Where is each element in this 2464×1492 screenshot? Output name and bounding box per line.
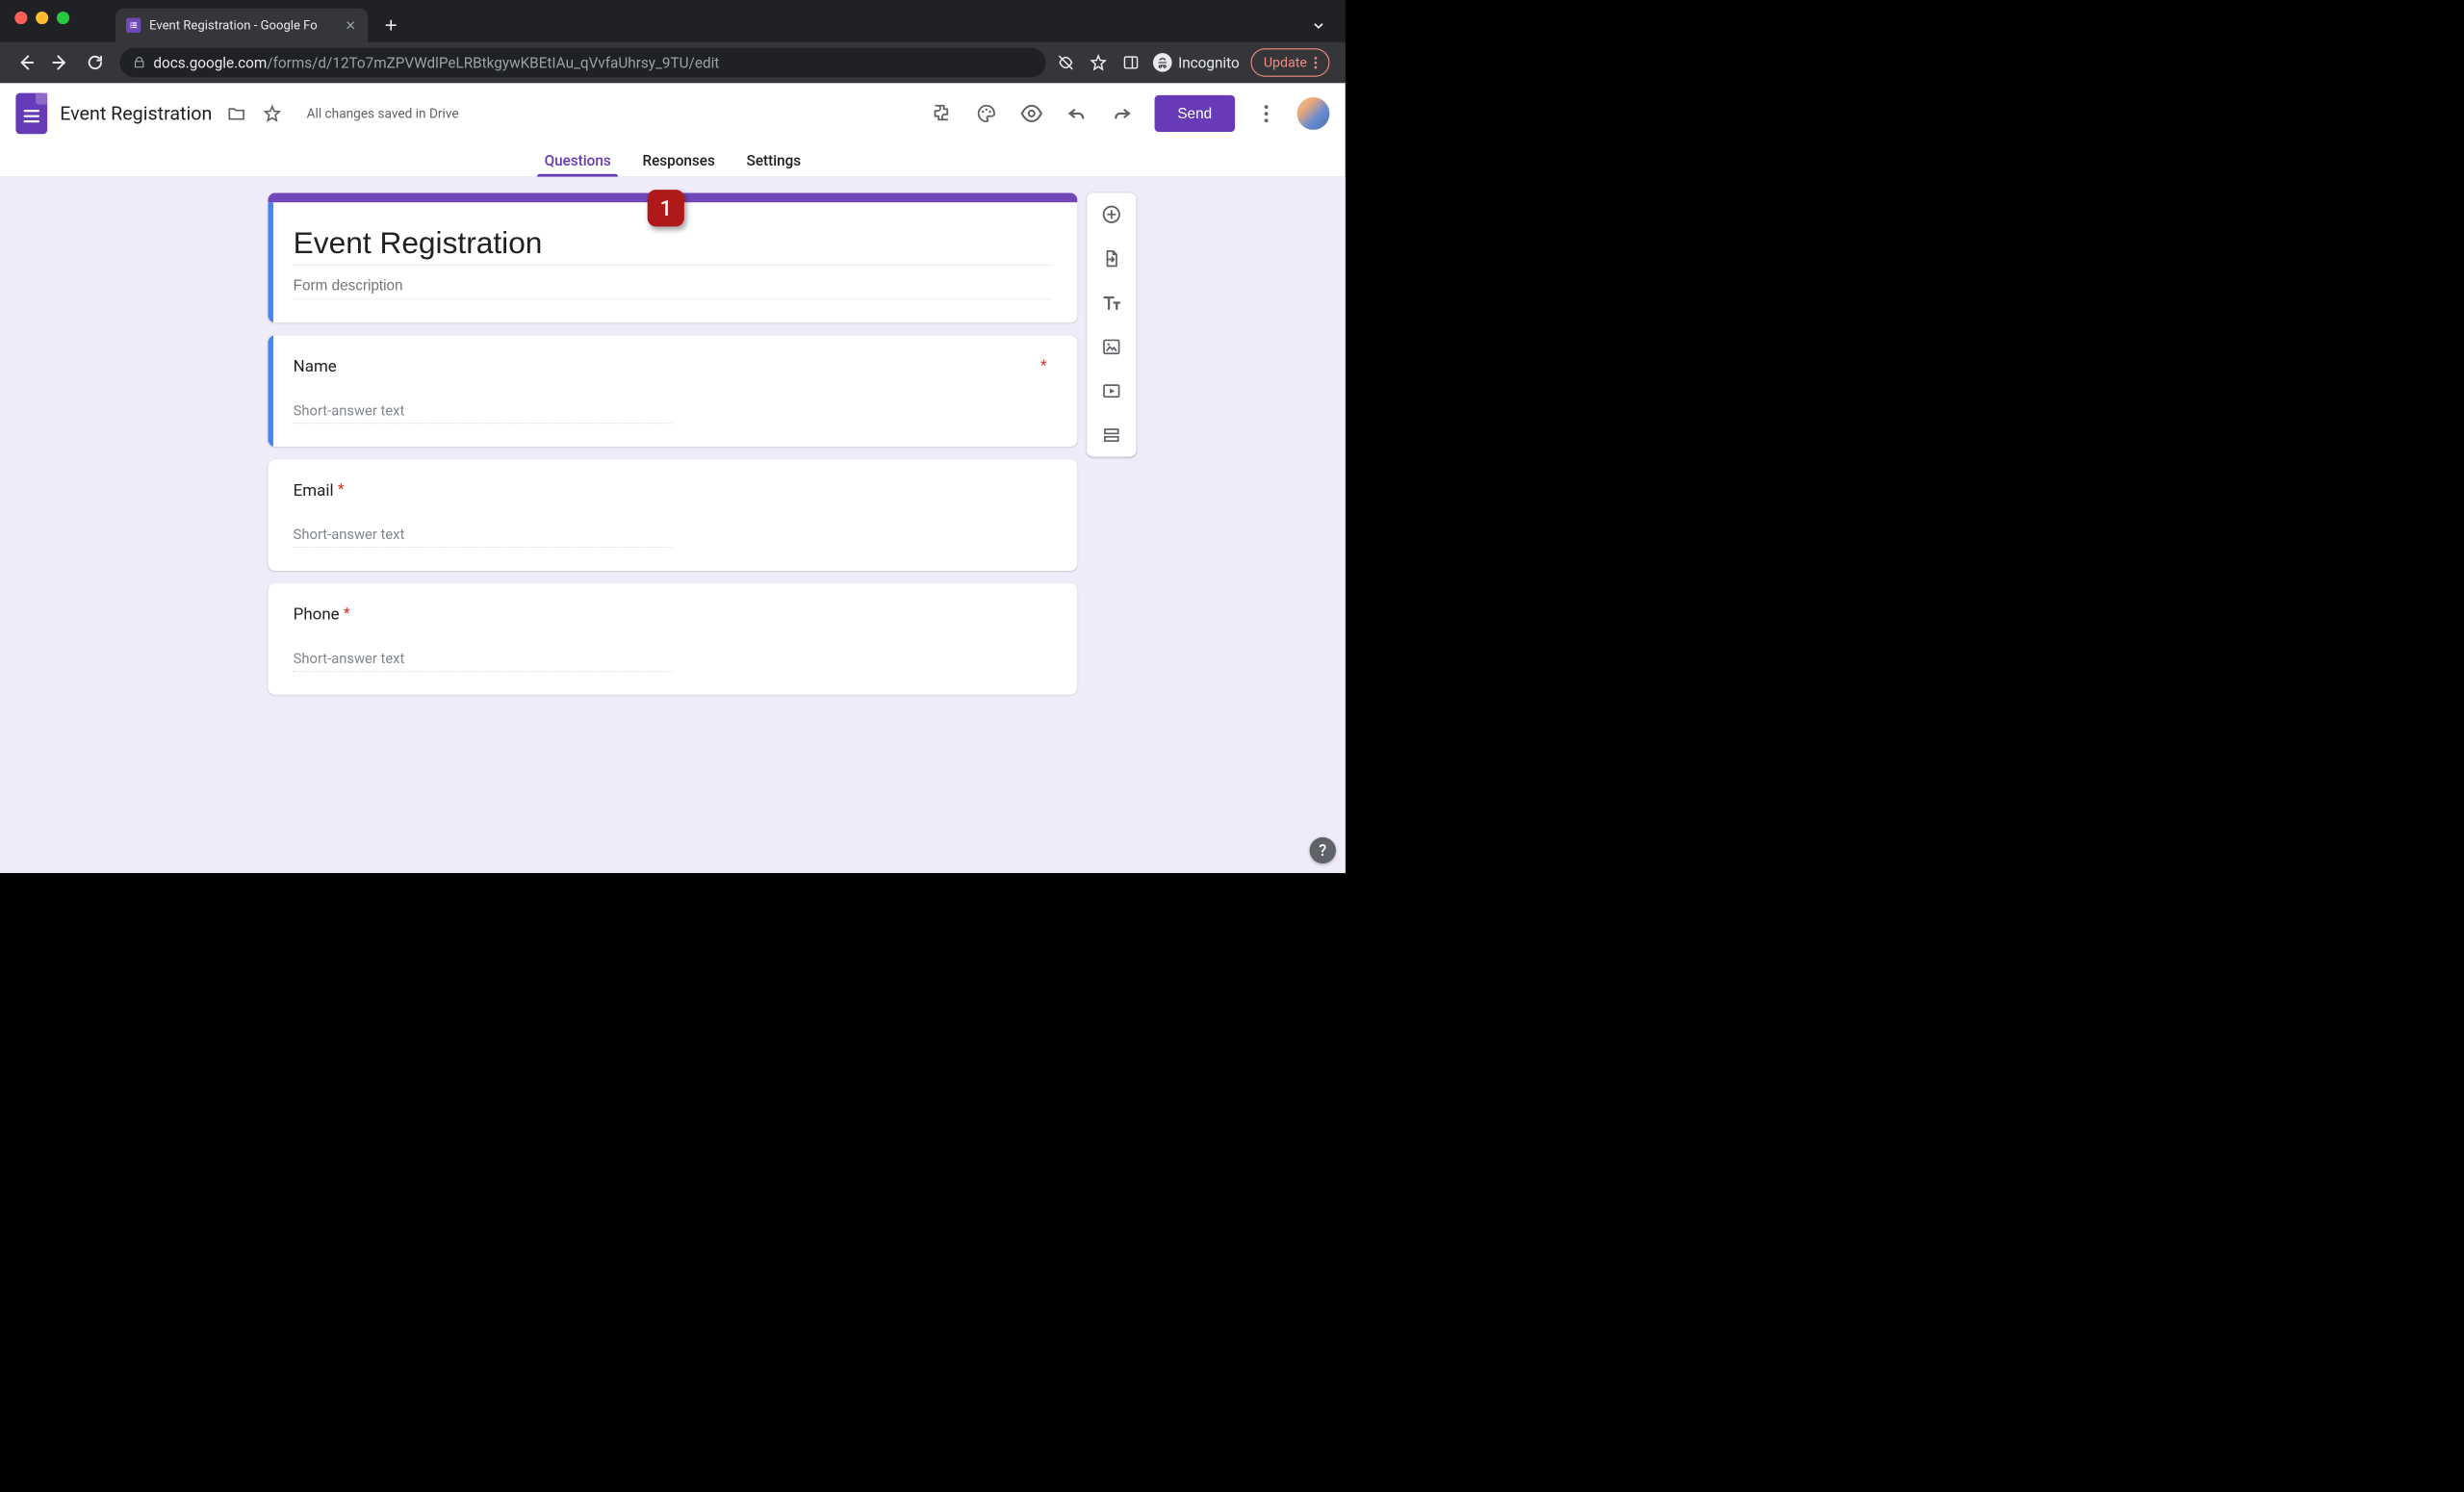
answer-placeholder: Short-answer text — [294, 650, 405, 666]
minimize-window-button[interactable] — [36, 12, 48, 24]
question-title[interactable]: Email — [294, 480, 334, 500]
help-button[interactable]: ? — [1310, 837, 1336, 863]
preview-icon[interactable] — [1018, 101, 1043, 126]
eye-off-icon[interactable] — [1055, 52, 1076, 73]
addr-bar-right: Incognito Update — [1055, 48, 1335, 76]
question-toolbar — [1087, 193, 1136, 456]
more-menu-button[interactable] — [1255, 102, 1277, 124]
answer-preview: Short-answer text — [294, 650, 672, 671]
tab-questions[interactable]: Questions — [545, 144, 611, 177]
incognito-label: Incognito — [1178, 54, 1240, 71]
tab-settings[interactable]: Settings — [747, 144, 802, 177]
close-tab-icon[interactable] — [344, 18, 357, 32]
question-header: Email * — [294, 480, 1052, 500]
answer-preview: Short-answer text — [294, 402, 672, 424]
window-controls — [0, 0, 84, 36]
question-header: Phone * — [294, 605, 1052, 624]
forms-logo-icon[interactable] — [15, 93, 47, 135]
incognito-icon — [1153, 53, 1172, 72]
question-title[interactable]: Phone — [294, 605, 340, 624]
incognito-indicator[interactable]: Incognito — [1153, 53, 1240, 72]
move-to-folder-icon[interactable] — [224, 102, 247, 125]
question-card[interactable]: Phone * Short-answer text — [268, 583, 1077, 695]
required-indicator: * — [1040, 356, 1047, 373]
close-window-button[interactable] — [14, 12, 27, 24]
url-path: /forms/d/12To7mZPVWdlPeLRBtkgywKBEtIAu_q… — [267, 54, 719, 71]
update-button[interactable]: Update — [1251, 48, 1330, 76]
lock-icon — [133, 56, 146, 69]
forms-favicon-icon — [126, 18, 141, 33]
account-avatar[interactable] — [1297, 97, 1330, 130]
forms-app: Event Registration All changes saved in … — [0, 83, 1346, 873]
add-question-button[interactable] — [1098, 201, 1124, 227]
palette-icon[interactable] — [974, 101, 999, 126]
more-icon — [1315, 57, 1318, 69]
star-icon[interactable] — [261, 102, 284, 125]
url-input[interactable]: docs.google.com/forms/d/12To7mZPVWdlPeLR… — [119, 48, 1045, 78]
tabs-dropdown-icon[interactable] — [1311, 18, 1346, 42]
maximize-window-button[interactable] — [57, 12, 69, 24]
panel-icon[interactable] — [1120, 52, 1142, 73]
form-tabs: Questions Responses Settings — [0, 144, 1346, 177]
required-indicator: * — [338, 480, 345, 498]
answer-preview: Short-answer text — [294, 527, 672, 548]
form-title-input[interactable] — [294, 221, 1052, 266]
add-video-button[interactable] — [1098, 378, 1124, 404]
tab-responses[interactable]: Responses — [642, 144, 714, 177]
question-card[interactable]: Email * Short-answer text — [268, 459, 1077, 571]
address-bar: docs.google.com/forms/d/12To7mZPVWdlPeLR… — [0, 42, 1346, 84]
add-section-button[interactable] — [1098, 422, 1124, 448]
browser-chrome: Event Registration - Google Fo — [0, 0, 1346, 83]
import-questions-button[interactable] — [1098, 245, 1124, 271]
addons-icon[interactable] — [929, 101, 954, 126]
screen: Event Registration - Google Fo — [0, 0, 1346, 814]
update-label: Update — [1264, 55, 1307, 70]
add-image-button[interactable] — [1098, 334, 1124, 360]
header-actions: Send — [929, 95, 1330, 132]
document-title[interactable]: Event Registration — [60, 102, 212, 124]
question-card[interactable]: Name * Short-answer text — [268, 335, 1077, 447]
browser-tab-title: Event Registration - Google Fo — [149, 18, 335, 33]
question-header: Name * — [294, 356, 1052, 375]
answer-placeholder: Short-answer text — [294, 402, 405, 419]
save-status: All changes saved in Drive — [307, 106, 459, 121]
form-canvas: 1 Name * Short-answer text Email * — [0, 177, 1346, 873]
forward-button[interactable] — [45, 47, 76, 78]
bookmark-star-icon[interactable] — [1088, 52, 1109, 73]
question-title[interactable]: Name — [294, 356, 337, 375]
send-button[interactable]: Send — [1154, 95, 1235, 132]
new-tab-button[interactable] — [378, 13, 403, 38]
answer-placeholder: Short-answer text — [294, 527, 405, 543]
url-host: docs.google.com — [153, 54, 267, 71]
redo-icon[interactable] — [1109, 101, 1134, 126]
browser-tab-active[interactable]: Event Registration - Google Fo — [116, 9, 368, 42]
titlebar: Event Registration - Google Fo — [0, 0, 1346, 42]
forms-header: Event Registration All changes saved in … — [0, 83, 1346, 143]
annotation-badge: 1 — [648, 190, 684, 226]
required-indicator: * — [344, 605, 350, 622]
add-title-button[interactable] — [1098, 290, 1124, 316]
browser-tabs: Event Registration - Google Fo — [84, 0, 1345, 42]
undo-icon[interactable] — [1064, 101, 1089, 126]
back-button[interactable] — [11, 47, 41, 78]
form-column: 1 Name * Short-answer text Email * — [268, 193, 1077, 873]
form-description-input[interactable] — [294, 270, 1052, 299]
reload-button[interactable] — [80, 47, 111, 78]
